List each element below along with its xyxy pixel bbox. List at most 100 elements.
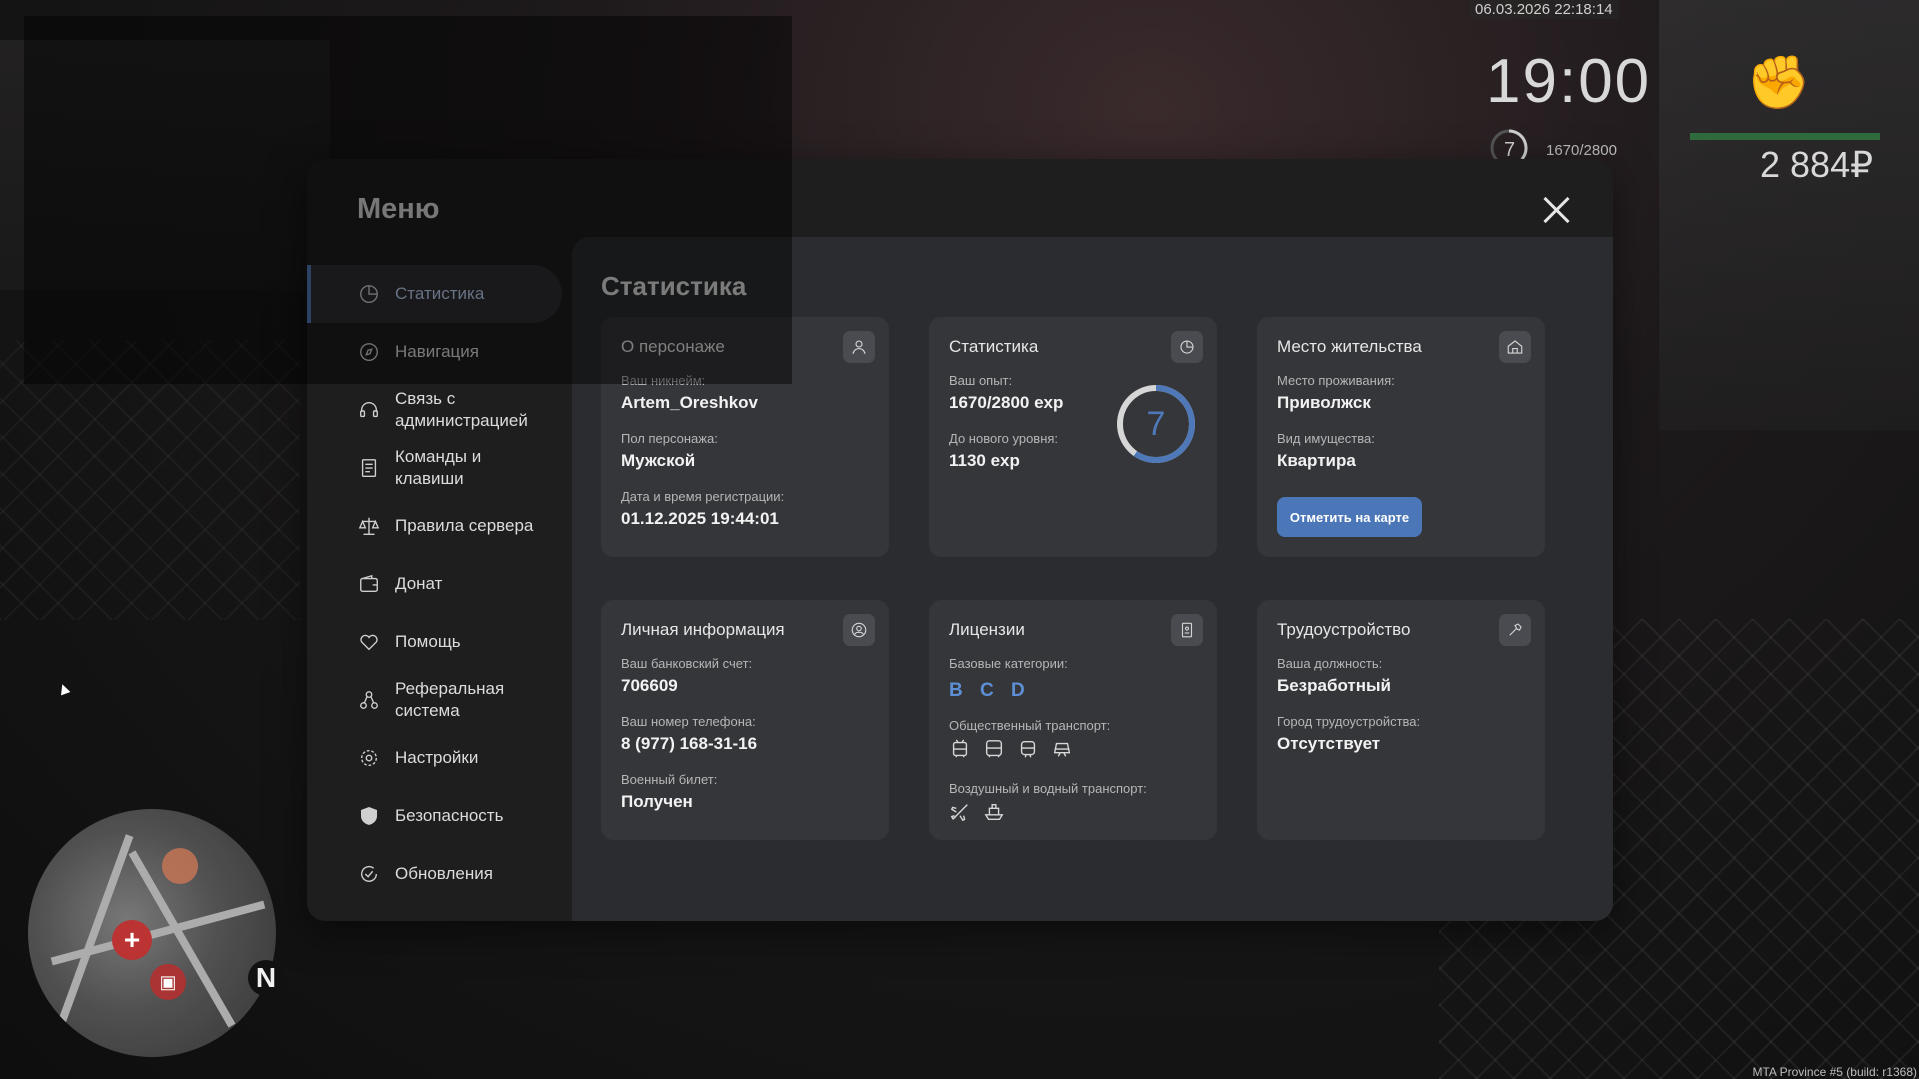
card-job: Трудоустройство Ваша должность: Безработ… bbox=[1257, 600, 1545, 840]
nickname-value: Artem_Oreshkov bbox=[621, 393, 759, 412]
nav-item-settings[interactable]: Настройки bbox=[307, 729, 572, 787]
field-label: Дата и время регистрации: bbox=[621, 489, 785, 504]
nav-item-rules[interactable]: Правила сервера bbox=[307, 497, 572, 555]
nav-label: Реферальная система bbox=[395, 679, 505, 720]
public-transport-icons bbox=[949, 738, 1073, 760]
background-fence-left bbox=[0, 340, 300, 620]
nav-item-statistics[interactable]: Статистика bbox=[307, 265, 562, 323]
field-label: Город трудоустройства: bbox=[1277, 714, 1421, 729]
bus-icon bbox=[985, 740, 1003, 758]
military-value: Получен bbox=[621, 792, 693, 811]
field-label: Ваш банковский счет: bbox=[621, 656, 753, 671]
nav-label: Навигация bbox=[395, 342, 479, 361]
airplane-icon bbox=[950, 804, 968, 822]
hospital-icon: + bbox=[112, 920, 152, 960]
nav-label: Связь с администрацией bbox=[395, 389, 528, 430]
nav-label: Донат bbox=[395, 574, 443, 593]
nav-label: Обновления bbox=[395, 864, 493, 883]
field-label: Базовые категории: bbox=[949, 656, 1068, 671]
chart-pie-icon bbox=[357, 282, 381, 306]
field-label: Воздушный и водный транспорт: bbox=[949, 781, 1147, 796]
tram-icon bbox=[1020, 740, 1036, 758]
mark-on-map-button[interactable]: Отметить на карте bbox=[1277, 497, 1422, 537]
nav-label: Команды и клавиши bbox=[395, 447, 482, 488]
card-residence: Место жительства Место проживания: Приво… bbox=[1257, 317, 1545, 557]
document-icon bbox=[357, 456, 381, 480]
card-character: О персонаже Ваш никнейм: Artem_Oreshkov … bbox=[601, 317, 889, 557]
wallet-icon bbox=[357, 572, 381, 596]
content-title: Статистика bbox=[601, 271, 747, 301]
compass-icon bbox=[357, 340, 381, 364]
map-marker-icon bbox=[162, 848, 198, 884]
nav-item-referral[interactable]: Реферальная система bbox=[307, 671, 572, 729]
hud-money: 2 884₽ bbox=[1760, 144, 1873, 185]
field-label: Военный билет: bbox=[621, 772, 718, 787]
nav-label: Помощь bbox=[395, 632, 461, 651]
position-value: Безработный bbox=[1277, 676, 1391, 695]
fist-icon: ✊ bbox=[1746, 54, 1811, 112]
user-icon bbox=[843, 331, 875, 363]
card-title: Лицензии bbox=[949, 620, 1025, 639]
field-label: Ваш опыт: bbox=[949, 373, 1013, 388]
scales-icon bbox=[357, 514, 381, 538]
field-label: Общественный транспорт: bbox=[949, 718, 1111, 733]
build-info: MTA Province #5 (build: r1368) bbox=[1752, 1065, 1917, 1079]
field-label: Вид имущества: bbox=[1277, 431, 1375, 446]
close-button[interactable] bbox=[1539, 193, 1573, 227]
card-title: Статистика bbox=[949, 337, 1039, 356]
shield-icon bbox=[357, 804, 381, 828]
license-icon bbox=[1171, 614, 1203, 646]
sidebar: Статистика Навигация Связь с администрац… bbox=[307, 265, 572, 903]
residence-value: Приволжск bbox=[1277, 393, 1371, 412]
job-city-value: Отсутствует bbox=[1277, 734, 1381, 753]
refresh-check-icon bbox=[357, 862, 381, 886]
hud-clock: 19:00 bbox=[1486, 47, 1652, 116]
field-label: Ваш никнейм: bbox=[621, 373, 706, 388]
bank-account-value: 706609 bbox=[621, 676, 678, 695]
nav-item-security[interactable]: Безопасность bbox=[307, 787, 572, 845]
registration-value: 01.12.2025 19:44:01 bbox=[621, 509, 779, 528]
card-personal: Личная информация Ваш банковский счет: 7… bbox=[601, 600, 889, 840]
hud-exp: 1670/2800 bbox=[1546, 142, 1617, 159]
card-title: О персонаже bbox=[621, 337, 725, 356]
minimap-north: N bbox=[248, 960, 284, 996]
background-building-left bbox=[0, 40, 330, 290]
referral-nodes-icon bbox=[357, 688, 381, 712]
air-water-icons bbox=[949, 801, 1005, 823]
nav-item-donate[interactable]: Донат bbox=[307, 555, 572, 613]
nav-item-commands[interactable]: Команды и клавиши bbox=[307, 439, 572, 497]
next-level-value: 1130 exp bbox=[949, 451, 1020, 470]
mouse-cursor-icon bbox=[57, 682, 71, 696]
hud-datetime: 06.03.2026 22:18:14 bbox=[1469, 0, 1619, 19]
content-area: Статистика О персонаже Ваш никнейм: Arte… bbox=[572, 237, 1613, 921]
field-label: Ваш номер телефона: bbox=[621, 714, 756, 729]
card-title: Личная информация bbox=[621, 620, 785, 639]
hud-health-bar bbox=[1690, 133, 1880, 140]
menu-title: Меню bbox=[357, 193, 440, 225]
headset-icon bbox=[357, 398, 381, 422]
phone-value: 8 (977) 168-31-16 bbox=[621, 734, 758, 753]
level-number: 7 bbox=[1146, 405, 1166, 443]
handshake-heart-icon bbox=[357, 630, 381, 654]
user-circle-icon bbox=[843, 614, 875, 646]
field-label: Пол персонажа: bbox=[621, 431, 718, 446]
field-label: Место проживания: bbox=[1277, 373, 1395, 388]
nav-item-admin-contact[interactable]: Связь с администрацией bbox=[307, 381, 572, 439]
card-stats: Статистика Ваш опыт: 1670/2800 exp До но… bbox=[929, 317, 1217, 557]
nav-item-help[interactable]: Помощь bbox=[307, 613, 572, 671]
menu-panel: Меню Статистика Навигация Связь с админи… bbox=[307, 159, 1613, 921]
license-categories: B C D bbox=[949, 680, 1031, 701]
nav-item-updates[interactable]: Обновления bbox=[307, 845, 572, 903]
nav-item-navigation[interactable]: Навигация bbox=[307, 323, 572, 381]
trolleybus-icon bbox=[952, 739, 968, 758]
train-icon bbox=[1053, 742, 1071, 757]
field-label: До нового уровня: bbox=[949, 431, 1059, 446]
card-title: Трудоустройство bbox=[1277, 620, 1411, 639]
gender-value: Мужской bbox=[621, 451, 696, 470]
nav-label: Статистика bbox=[395, 284, 485, 303]
card-licenses: Лицензии Базовые категории: B C D Общест… bbox=[929, 600, 1217, 840]
exp-value: 1670/2800 exp bbox=[949, 393, 1064, 412]
bus-stop-icon: ▣ bbox=[150, 964, 186, 1000]
gear-icon bbox=[357, 746, 381, 770]
boat-icon bbox=[984, 803, 1004, 821]
